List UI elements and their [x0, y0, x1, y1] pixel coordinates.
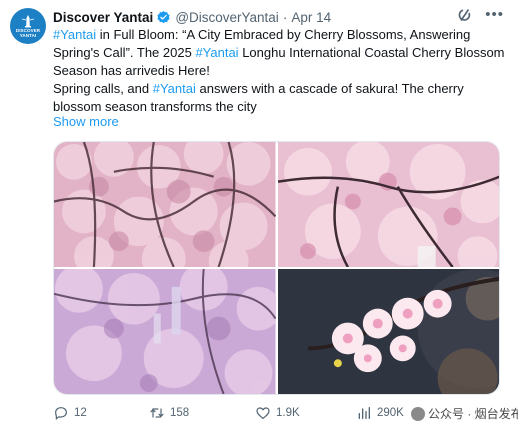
- tweet-paragraph-2: Spring calls, and #Yantai answers with a…: [53, 80, 508, 116]
- reply-button[interactable]: 12: [53, 403, 87, 423]
- wechat-logo-icon: [411, 406, 425, 421]
- tweet-header: Discover Yantai @DiscoverYantai · Apr 14: [53, 8, 331, 26]
- retweet-count: 158: [170, 407, 190, 419]
- action-bar: 12 158 1.9K 290K 公众号 · 烟台发布: [53, 403, 518, 425]
- verified-icon: [157, 10, 170, 23]
- hashtag-link[interactable]: #Yantai: [53, 27, 96, 42]
- lighthouse-logo-icon: [21, 15, 35, 28]
- avatar-text-line-2: YANTAI: [19, 33, 37, 38]
- handle[interactable]: @DiscoverYantai: [175, 10, 279, 25]
- hashtag-link[interactable]: #Yantai: [195, 45, 238, 60]
- cherry-blossom-tree-photo[interactable]: [54, 269, 276, 394]
- separator: ·: [282, 9, 288, 25]
- views-icon: [358, 407, 370, 419]
- hashtag-link[interactable]: #Yantai: [153, 81, 196, 96]
- views-button[interactable]: 290K: [356, 403, 404, 423]
- retweet-icon: [150, 408, 164, 418]
- tweet-text: #Yantai in Full Bloom: “A City Embraced …: [53, 26, 508, 116]
- grok-icon[interactable]: [457, 7, 473, 23]
- display-name[interactable]: Discover Yantai: [53, 10, 153, 25]
- header-actions: •••: [457, 7, 504, 23]
- media-grid: [53, 141, 500, 395]
- cherry-blossom-closeup-photo[interactable]: [277, 142, 499, 267]
- like-icon: [256, 407, 270, 419]
- like-button[interactable]: 1.9K: [255, 403, 300, 423]
- show-more-link[interactable]: Show more: [53, 114, 119, 129]
- avatar[interactable]: DISCOVER YANTAI: [10, 8, 46, 44]
- like-count: 1.9K: [276, 407, 300, 419]
- cherry-blossom-branches-photo[interactable]: [54, 142, 276, 267]
- reply-count: 12: [74, 407, 87, 419]
- view-count: 290K: [377, 407, 404, 419]
- tweet-text-segment: Spring calls, and: [53, 81, 153, 96]
- post-date[interactable]: Apr 14: [291, 10, 331, 25]
- more-icon[interactable]: •••: [485, 7, 504, 23]
- cherry-blossom-sunlit-photo[interactable]: [277, 269, 499, 394]
- reply-icon: [55, 407, 67, 420]
- retweet-button[interactable]: 158: [149, 403, 189, 423]
- watermark: 公众号 · 烟台发布: [411, 405, 518, 422]
- watermark-text: 公众号 · 烟台发布: [428, 407, 518, 421]
- tweet-paragraph-1: #Yantai in Full Bloom: “A City Embraced …: [53, 26, 508, 80]
